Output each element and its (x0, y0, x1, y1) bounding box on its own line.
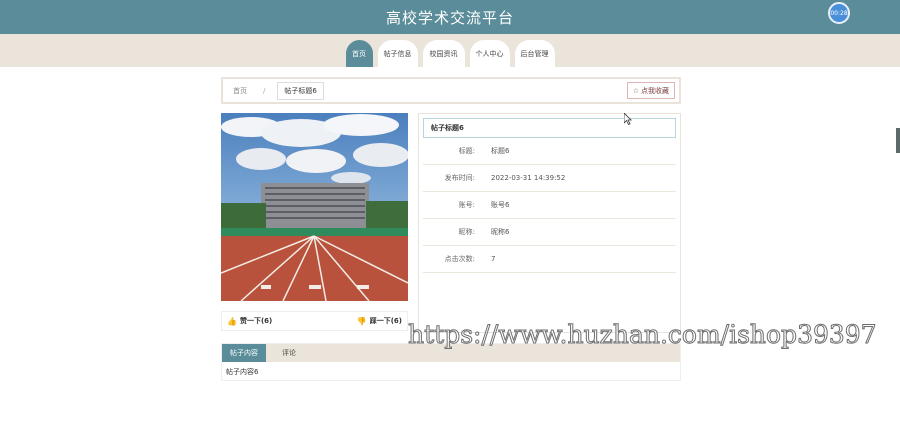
thumbs-down-icon: 👎 (356, 316, 367, 326)
nav-campus-news[interactable]: 校园资讯 (422, 40, 465, 67)
favorite-label: 点我收藏 (641, 86, 669, 95)
field-value: 标题6 (491, 147, 510, 155)
field-label: 昵称: (458, 228, 475, 236)
field-label: 发布时间: (444, 174, 475, 182)
nav-home[interactable]: 首页 (345, 40, 373, 67)
like-label: 赞一下(6) (239, 317, 273, 325)
field-label: 点击次数: (444, 255, 475, 263)
info-row: 发布时间: 2022-03-31 14:39:52 (423, 165, 676, 192)
field-value: 账号6 (491, 201, 510, 209)
field-value: 昵称6 (491, 228, 510, 236)
breadcrumb: 首页 / 帖子标题6 ☆ 点我收藏 (221, 77, 681, 104)
info-row: 昵称: 昵称6 (423, 219, 676, 246)
tab-content: 帖子内容6 (226, 368, 259, 376)
star-icon: ☆ (632, 86, 639, 95)
breadcrumb-current: 帖子标题6 (277, 81, 324, 100)
breadcrumb-separator: / (263, 86, 266, 95)
scrollbar-thumb[interactable] (896, 128, 900, 153)
reaction-bar: 👍 赞一下(6) 👎 踩一下(6) (221, 311, 408, 331)
mouse-cursor-icon (624, 113, 632, 125)
field-value: 7 (491, 255, 496, 263)
clock-badge: 00:28 (828, 2, 850, 24)
nav-posts[interactable]: 帖子信息 (377, 40, 418, 67)
favorite-button[interactable]: ☆ 点我收藏 (626, 82, 675, 99)
nav-admin[interactable]: 后台管理 (514, 40, 555, 67)
tab-post-content[interactable]: 帖子内容 (222, 344, 266, 362)
tab-comments[interactable]: 评论 (274, 344, 304, 362)
top-header: 高校学术交流平台 00:28 (0, 0, 900, 34)
thumbs-up-icon: 👍 (227, 316, 237, 326)
main-nav: 首页 帖子信息 校园资讯 个人中心 后台管理 (0, 34, 900, 67)
field-label: 标题: (458, 147, 475, 155)
dislike-label: 踩一下(6) (369, 317, 402, 325)
like-button[interactable]: 👍 赞一下(6) (227, 316, 272, 326)
post-info-panel: 帖子标题6 标题: 标题6 发布时间: 2022-03-31 14:39:52 … (418, 113, 681, 333)
site-title: 高校学术交流平台 (385, 8, 514, 27)
post-title: 帖子标题6 (423, 118, 676, 138)
watermark: https://www.huzhan.com/ishop39397 (408, 320, 878, 350)
info-row: 标题: 标题6 (423, 138, 676, 165)
post-image (221, 113, 408, 301)
field-label: 账号: (458, 201, 475, 209)
info-row: 点击次数: 7 (423, 246, 676, 273)
info-row: 账号: 账号6 (423, 192, 676, 219)
dislike-button[interactable]: 👎 踩一下(6) (357, 316, 402, 326)
breadcrumb-home[interactable]: 首页 (233, 86, 247, 96)
nav-personal-center[interactable]: 个人中心 (469, 40, 510, 67)
field-value: 2022-03-31 14:39:52 (491, 174, 566, 182)
